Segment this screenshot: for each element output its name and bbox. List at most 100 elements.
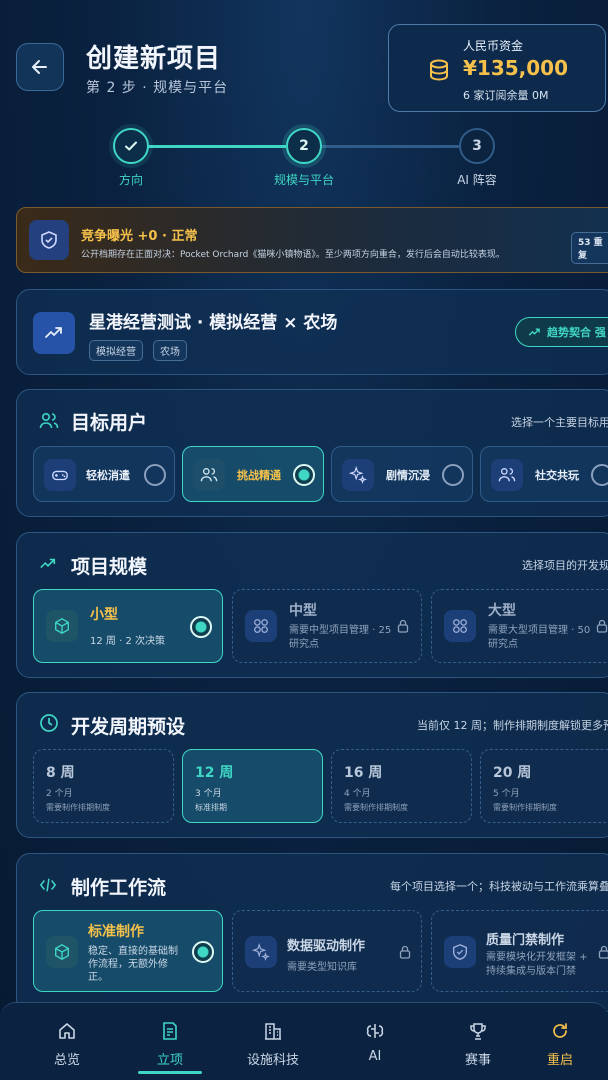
lock-icon [598,945,608,959]
nav-item-overview[interactable]: 总览 [27,1021,107,1068]
step-3-label: AI 阵容 [457,173,497,187]
trend-fit-badge: 趋势契合 强 [515,317,608,347]
shield-icon-box [444,936,476,968]
period-months: 4 个月 [344,789,371,799]
trending-up-icon [45,327,62,338]
workflow-title: 制作工作流 [71,877,167,899]
bottom-nav: 总览 立项 设施科技 AI 赛事 重启 [0,1002,608,1080]
back-button[interactable] [16,43,64,91]
scale-radio-selected[interactable] [190,616,212,638]
nav-label: 设施科技 [246,1053,299,1068]
nav-item-events[interactable]: 赛事 [438,1021,518,1068]
scale-name: 小型 [90,607,118,623]
audience-option-social[interactable]: 社交共玩 [480,446,608,502]
competition-warning: 竞争曝光 +0 · 正常 公开档期存在正面对决：Pocket Orchard《猫… [16,207,608,273]
audience-label: 挑战精通 [237,469,281,482]
overlap-badge: 53 重复 [571,232,608,264]
clock-icon [40,714,58,732]
step-2-label: 规模与平台 [273,173,334,187]
step-2-circle[interactable]: 2 [286,128,322,164]
nav-label: 立项 [156,1053,183,1068]
period-months: 5 个月 [493,789,520,799]
dev-period-section: 开发周期预设 当前仅 12 周；制作排期制度解锁更多预 8 周 2 个月 需要制… [16,692,608,838]
audience-radio-selected[interactable] [293,464,315,486]
grid-icon-box [444,610,476,642]
users-icon-box [193,459,225,491]
sparkle-icon-box [245,936,277,968]
scale-option-large[interactable]: 大型 需要大型项目管理 · 50 研究点 [431,589,608,663]
audience-label: 轻松消遣 [86,469,130,482]
workflow-option-quality-gate[interactable]: 质量门禁制作 需要模块化开发框架 + 持续集成与版本门禁 [431,910,608,992]
users-icon-box [491,459,523,491]
nav-item-facilities[interactable]: 设施科技 [233,1021,313,1068]
workflow-desc: 稳定、直接的基础制作流程，无额外修正。 [88,946,178,983]
project-icon [163,1022,177,1040]
period-option-8w[interactable]: 8 周 2 个月 需要制作排期制度 [33,749,174,823]
period-note: 需要制作排期制度 [46,803,110,812]
scale-desc: 12 周 · 2 次决策 [90,636,165,647]
nav-item-restart[interactable]: 重启 [520,1021,600,1068]
grid-icon [254,619,268,633]
audience-option-story[interactable]: 剧情沉浸 [331,446,473,502]
project-scale-section: 项目规模 选择项目的开发规 小型 12 周 · 2 次决策 中型 需要中型项目管… [16,532,608,678]
gamepad-icon [52,470,68,481]
shield-icon [453,944,467,960]
audience-label: 剧情沉浸 [386,469,430,482]
sparkle-icon [252,943,270,961]
period-note: 标准排期 [195,803,227,812]
building-icon [265,1023,281,1040]
scale-name: 大型 [488,603,516,619]
workflow-radio-selected[interactable] [192,941,214,963]
users-icon [200,468,218,482]
nav-item-ai[interactable]: AI [335,1021,415,1064]
shield-icon-box [29,220,69,260]
trend-fit-label: 趋势契合 强 [547,326,606,339]
shield-icon [41,231,57,249]
audience-radio[interactable] [591,464,608,486]
period-months: 2 个月 [46,789,73,799]
arrow-left-icon [32,60,47,74]
period-option-16w[interactable]: 16 周 4 个月 需要制作排期制度 [331,749,472,823]
code-icon [39,878,57,892]
audience-label: 社交共玩 [535,469,579,482]
audience-radio[interactable] [442,464,464,486]
ai-icon [366,1024,384,1038]
trend-icon-box [33,312,75,354]
cube-icon-box [46,936,78,968]
scale-hint: 选择项目的开发规 [522,559,608,572]
step-3-circle[interactable]: 3 [459,128,495,164]
period-option-20w[interactable]: 20 周 5 个月 需要制作排期制度 [480,749,608,823]
step-1-circle[interactable] [113,128,149,164]
scale-option-medium[interactable]: 中型 需要中型项目管理 · 25 研究点 [232,589,422,663]
workflow-hint: 每个项目选择一个；科技被动与工作流乘算叠 [390,880,608,893]
target-audience-section: 目标用户 选择一个主要目标用 轻松消遣 挑战精通 剧情沉浸 社交共玩 [16,389,608,517]
project-tag-theme: 农场 [153,340,187,361]
workflow-option-data-driven[interactable]: 数据驱动制作 需要类型知识库 [232,910,422,992]
step-2-number: 2 [299,138,309,154]
period-title: 开发周期预设 [71,716,186,738]
period-weeks: 20 周 [493,765,532,781]
step-3-number: 3 [472,138,482,154]
lock-icon [399,945,411,959]
trending-up-icon [528,328,540,336]
workflow-option-standard[interactable]: 标准制作 稳定、直接的基础制作流程，无额外修正。 [33,910,223,992]
nav-label: 总览 [53,1053,80,1068]
scale-name: 中型 [289,603,317,619]
users-icon [498,468,516,482]
coins-icon [430,59,448,81]
workflow-name: 标准制作 [88,924,144,940]
scale-option-small[interactable]: 小型 12 周 · 2 次决策 [33,589,223,663]
audience-option-mastery[interactable]: 挑战精通 [182,446,324,502]
nav-item-project[interactable]: 立项 [130,1021,210,1068]
audience-radio[interactable] [144,464,166,486]
restart-icon [553,1023,567,1038]
cube-icon-box [46,610,78,642]
period-option-12w[interactable]: 12 周 3 个月 标准排期 [182,749,323,823]
scale-desc: 需要大型项目管理 · 50 研究点 [488,625,591,650]
project-card: 星港经营测试 · 模拟经营 × 农场 模拟经营 农场 趋势契合 强 [16,289,608,375]
step-connector-done [148,145,286,148]
cube-icon [55,944,69,960]
period-weeks: 8 周 [46,765,75,781]
audience-option-casual[interactable]: 轻松消遣 [33,446,175,502]
warning-title: 竞争曝光 +0 · 正常 [81,229,198,244]
